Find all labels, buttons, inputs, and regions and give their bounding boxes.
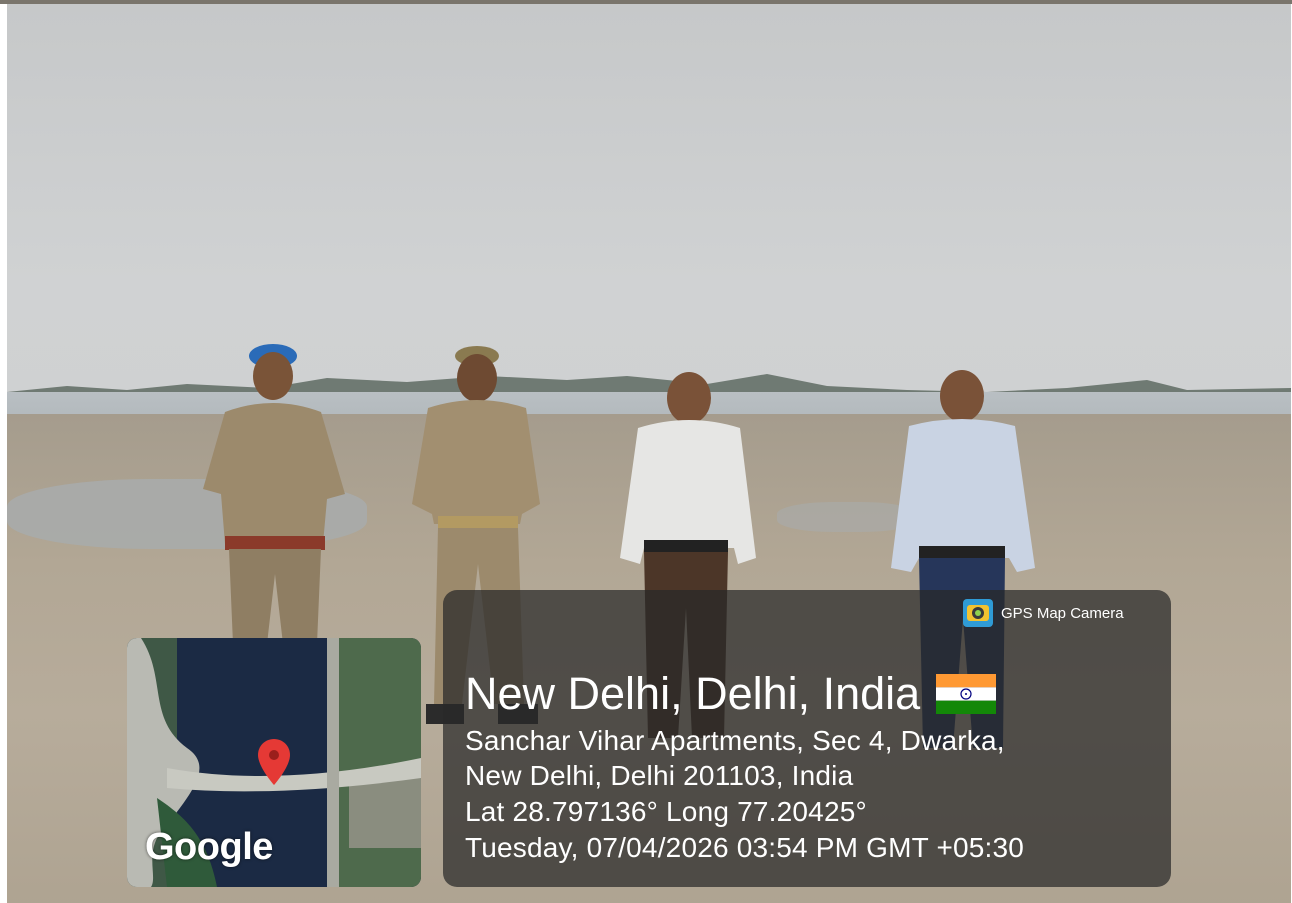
gps-map-camera-label: GPS Map Camera [1001,604,1124,622]
address-line-2: New Delhi, Delhi 201103, India [465,760,854,791]
datetime-text: Tuesday, 07/04/2026 03:54 PM GMT +05:30 [465,832,1025,863]
coordinates-text: Lat 28.797136° Long 77.20425° [465,796,867,827]
map-pin-icon [258,739,290,785]
gps-map-camera-icon [963,599,993,627]
gps-map-camera-badge: GPS Map Camera [963,599,1124,627]
address-line-1: Sanchar Vihar Apartments, Sec 4, Dwarka, [465,725,1005,756]
location-title-text: New Delhi, Delhi, India [465,668,921,719]
google-logo: Google [145,826,273,868]
location-title: New Delhi, Delhi, India [465,668,997,720]
india-flag-icon [936,674,997,714]
police-officer-1 [203,344,345,644]
